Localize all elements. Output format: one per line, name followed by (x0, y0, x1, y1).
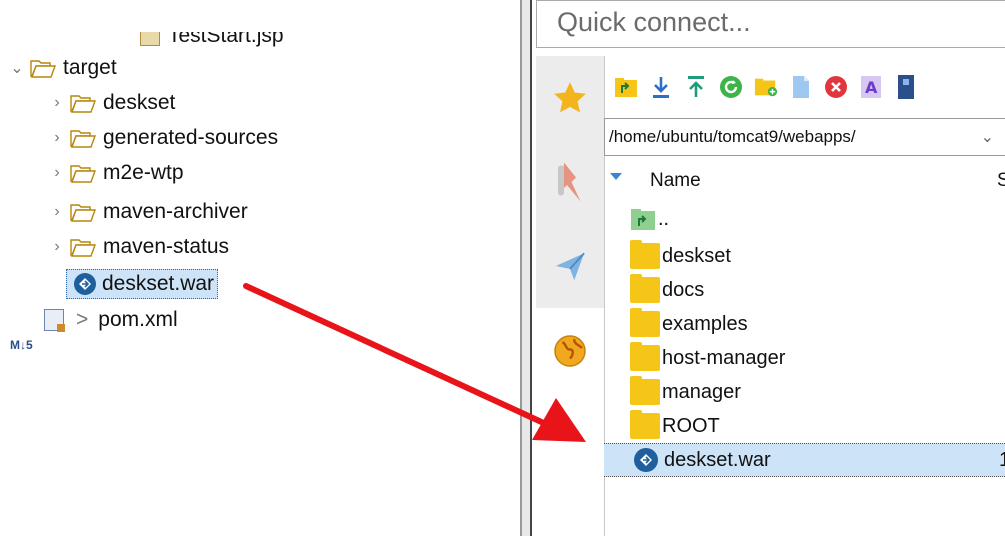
file-row-parent[interactable]: .. (604, 202, 1005, 236)
tree-item-pom-xml[interactable]: > pom.xml (44, 304, 178, 336)
tree-item-maven-status[interactable]: › maven-status (48, 231, 229, 263)
ftp-client-panel: Quick connect... A /home/ubuntu/tomcat9/… (532, 0, 1005, 536)
globe-icon (554, 335, 586, 367)
parent-folder-icon[interactable] (614, 75, 638, 99)
tree-item-label: deskset (103, 91, 176, 114)
file-name: deskset (662, 244, 731, 267)
file-name: examples (662, 312, 748, 335)
tree-item-label: m2e-wtp (103, 161, 184, 184)
folder-icon (70, 239, 96, 257)
tab-favorites[interactable] (536, 56, 604, 141)
download-icon[interactable] (649, 75, 673, 99)
file-name: host-manager (662, 346, 786, 369)
file-row-docs[interactable]: docs (604, 273, 1005, 307)
file-row-deskset-war[interactable]: deskset.war 1 (604, 443, 1005, 477)
new-folder-icon[interactable] (754, 75, 778, 99)
folder-icon (630, 308, 660, 337)
tree-item-maven-archiver[interactable]: › maven-archiver (48, 196, 248, 228)
chevron-right-icon[interactable]: › (48, 157, 66, 189)
file-row-examples[interactable]: examples (604, 307, 1005, 341)
file-name: docs (662, 278, 705, 301)
file-name: deskset.war (664, 448, 771, 471)
open-folder-icon (30, 60, 56, 78)
selection-highlight: deskset.war (66, 269, 219, 299)
sort-descending-icon[interactable] (610, 172, 622, 180)
chevron-right-icon[interactable]: › (48, 87, 66, 119)
folder-icon (70, 130, 96, 148)
tree-item-label: maven-status (103, 235, 230, 258)
file-row-host-manager[interactable]: host-manager (604, 341, 1005, 375)
tree-item-m2e-wtp[interactable]: › m2e-wtp (48, 157, 184, 189)
pane-divider[interactable] (520, 0, 532, 536)
file-name: ROOT (662, 414, 720, 437)
folder-icon (630, 274, 660, 303)
war-file-icon (634, 448, 658, 472)
star-icon (554, 82, 586, 113)
refresh-icon[interactable] (719, 75, 743, 99)
file-row-deskset[interactable]: deskset (604, 239, 1005, 273)
chevron-down-icon[interactable]: ⌄ (8, 52, 26, 84)
folder-icon (630, 342, 660, 371)
xml-file-icon (44, 309, 65, 332)
file-name: .. (658, 207, 670, 230)
tab-send[interactable] (536, 224, 604, 309)
tree-item-label: target (63, 56, 117, 79)
file-list-header: Name S (604, 162, 1005, 200)
file-row-root[interactable]: ROOT (604, 409, 1005, 443)
file-row-manager[interactable]: manager (604, 375, 1005, 409)
clip-mask (0, 350, 520, 536)
rename-icon[interactable]: A (859, 75, 883, 99)
file-name: manager (662, 380, 741, 403)
column-header-size[interactable]: S (997, 170, 1005, 192)
ftp-toolbar: A (606, 58, 1005, 116)
folder-icon (70, 95, 96, 113)
folder-icon (70, 165, 96, 183)
folder-icon (630, 410, 660, 439)
column-header-name[interactable]: Name (650, 170, 701, 192)
dirty-marker: > (76, 308, 89, 331)
file-size: 1 (999, 448, 1005, 471)
tree-item-label: pom.xml (98, 308, 178, 331)
folder-icon (70, 204, 96, 222)
clip-mask (0, 0, 520, 32)
tree-item-label: maven-archiver (103, 200, 248, 223)
chevron-down-icon[interactable]: ⌄ (981, 127, 994, 147)
chevron-right-icon[interactable]: › (48, 196, 66, 228)
remote-path-select[interactable]: /home/ubuntu/tomcat9/webapps/ ⌄ (604, 118, 1005, 156)
quick-connect-placeholder: Quick connect... (557, 7, 751, 37)
new-file-icon[interactable] (789, 75, 813, 99)
blank-tab (536, 394, 604, 536)
delete-icon[interactable] (824, 75, 848, 99)
quick-connect-input[interactable]: Quick connect... (536, 0, 1005, 48)
folder-icon (630, 240, 660, 269)
tab-sites[interactable] (536, 308, 604, 395)
war-file-icon (74, 273, 96, 295)
chevron-right-icon[interactable]: › (48, 231, 66, 263)
upload-icon[interactable] (684, 75, 708, 99)
parent-folder-icon (630, 207, 656, 231)
side-tab-bar (536, 56, 605, 536)
chevron-right-icon[interactable]: › (48, 122, 66, 154)
tree-item-deskset-war[interactable]: deskset.war (66, 268, 219, 300)
tree-item-deskset[interactable]: › deskset (48, 87, 175, 119)
project-explorer: TestStart.jsp ⌄ target › deskset › gener… (0, 0, 520, 536)
folder-icon (630, 376, 660, 405)
tree-item-target[interactable]: ⌄ target (8, 52, 117, 84)
tab-pin[interactable] (536, 140, 604, 225)
tree-item-label: generated-sources (103, 126, 279, 149)
tree-item-label: deskset.war (102, 272, 215, 295)
properties-icon[interactable] (894, 75, 918, 99)
tree-item-generated-sources[interactable]: › generated-sources (48, 122, 278, 154)
pin-icon (558, 162, 581, 202)
svg-text:A: A (865, 78, 878, 97)
paper-plane-icon (555, 252, 585, 281)
remote-path-value: /home/ubuntu/tomcat9/webapps/ (609, 127, 856, 146)
